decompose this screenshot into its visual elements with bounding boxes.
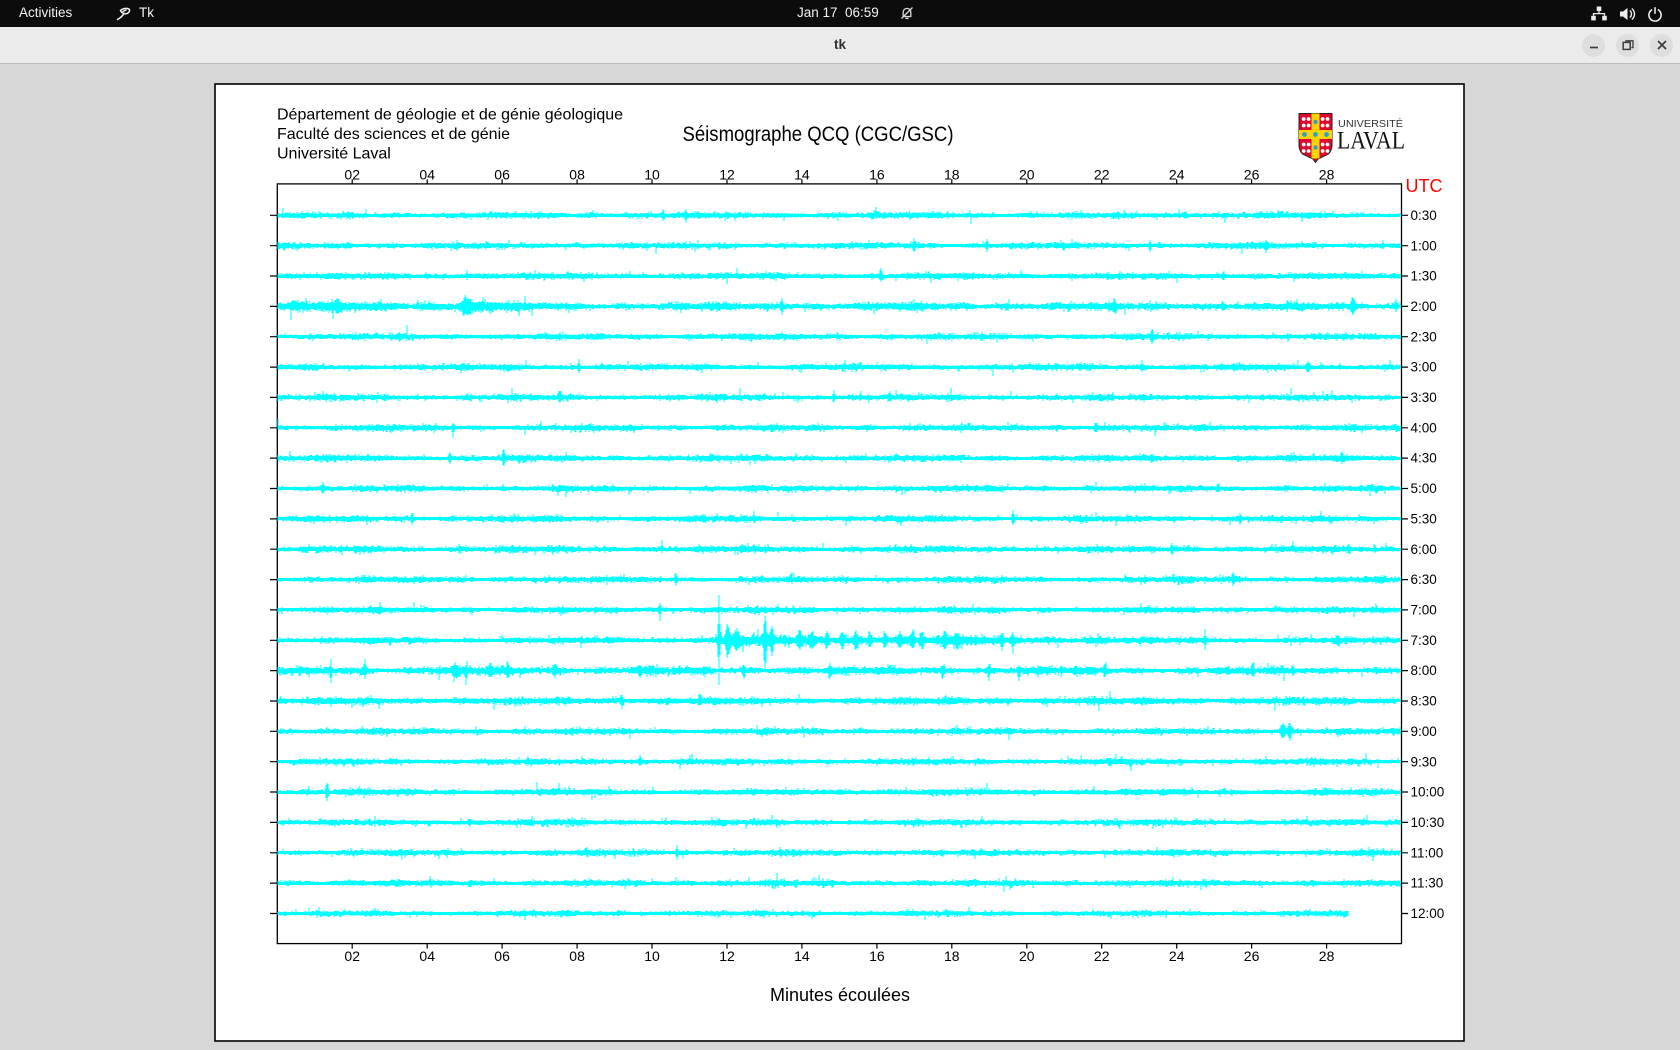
svg-text:LAVAL: LAVAL xyxy=(1337,128,1405,155)
svg-text:02: 02 xyxy=(344,167,360,183)
svg-text:12: 12 xyxy=(719,167,735,183)
svg-text:8:00: 8:00 xyxy=(1411,663,1437,678)
svg-text:10: 10 xyxy=(644,167,660,183)
svg-text:04: 04 xyxy=(419,948,435,964)
svg-text:22: 22 xyxy=(1094,167,1110,183)
svg-text:06: 06 xyxy=(494,167,510,183)
svg-text:2:00: 2:00 xyxy=(1411,299,1437,314)
svg-text:5:00: 5:00 xyxy=(1411,481,1437,496)
svg-text:4:30: 4:30 xyxy=(1411,451,1437,466)
svg-text:10:30: 10:30 xyxy=(1411,815,1445,830)
svg-text:12: 12 xyxy=(719,948,735,964)
svg-text:28: 28 xyxy=(1319,167,1335,183)
svg-text:18: 18 xyxy=(944,167,960,183)
svg-text:8:30: 8:30 xyxy=(1411,694,1437,709)
svg-text:12:00: 12:00 xyxy=(1411,906,1445,921)
svg-text:14: 14 xyxy=(794,167,810,183)
svg-text:5:30: 5:30 xyxy=(1411,512,1437,527)
svg-text:06: 06 xyxy=(494,948,510,964)
svg-text:18: 18 xyxy=(944,948,960,964)
svg-text:04: 04 xyxy=(419,167,435,183)
svg-text:22: 22 xyxy=(1094,948,1110,964)
svg-text:9:00: 9:00 xyxy=(1411,724,1437,739)
svg-text:14: 14 xyxy=(794,948,810,964)
svg-text:4:00: 4:00 xyxy=(1411,420,1437,435)
svg-text:24: 24 xyxy=(1169,167,1185,183)
svg-text:9:30: 9:30 xyxy=(1411,754,1437,769)
svg-text:16: 16 xyxy=(869,948,885,964)
svg-text:20: 20 xyxy=(1019,948,1035,964)
svg-text:16: 16 xyxy=(869,167,885,183)
svg-text:10:00: 10:00 xyxy=(1411,785,1445,800)
svg-text:08: 08 xyxy=(569,948,585,964)
svg-text:Université Laval: Université Laval xyxy=(277,146,391,163)
svg-text:7:00: 7:00 xyxy=(1411,603,1437,618)
svg-text:28: 28 xyxy=(1319,948,1335,964)
svg-text:26: 26 xyxy=(1244,167,1260,183)
svg-text:20: 20 xyxy=(1019,167,1035,183)
svg-text:Minutes écoulées: Minutes écoulées xyxy=(770,985,910,1005)
svg-text:Département de géologie et de: Département de géologie et de génie géol… xyxy=(277,107,623,124)
svg-text:02: 02 xyxy=(344,948,360,964)
svg-text:1:30: 1:30 xyxy=(1411,269,1437,284)
svg-text:Faculté des sciences et de gén: Faculté des sciences et de génie xyxy=(277,126,510,143)
svg-text:7:30: 7:30 xyxy=(1411,633,1437,648)
svg-text:24: 24 xyxy=(1169,948,1185,964)
svg-text:3:00: 3:00 xyxy=(1411,360,1437,375)
svg-text:11:30: 11:30 xyxy=(1411,876,1444,891)
svg-text:10: 10 xyxy=(644,948,660,964)
svg-text:3:30: 3:30 xyxy=(1411,390,1437,405)
svg-text:2:30: 2:30 xyxy=(1411,329,1437,344)
svg-text:UTC: UTC xyxy=(1406,176,1443,196)
svg-text:6:00: 6:00 xyxy=(1411,542,1437,557)
svg-text:1:00: 1:00 xyxy=(1411,238,1437,253)
svg-text:6:30: 6:30 xyxy=(1411,572,1437,587)
svg-text:0:30: 0:30 xyxy=(1411,208,1437,223)
svg-text:08: 08 xyxy=(569,167,585,183)
svg-text:26: 26 xyxy=(1244,948,1260,964)
svg-text:11:00: 11:00 xyxy=(1411,845,1444,860)
svg-text:Séismographe QCQ (CGC/GSC): Séismographe QCQ (CGC/GSC) xyxy=(683,123,954,146)
